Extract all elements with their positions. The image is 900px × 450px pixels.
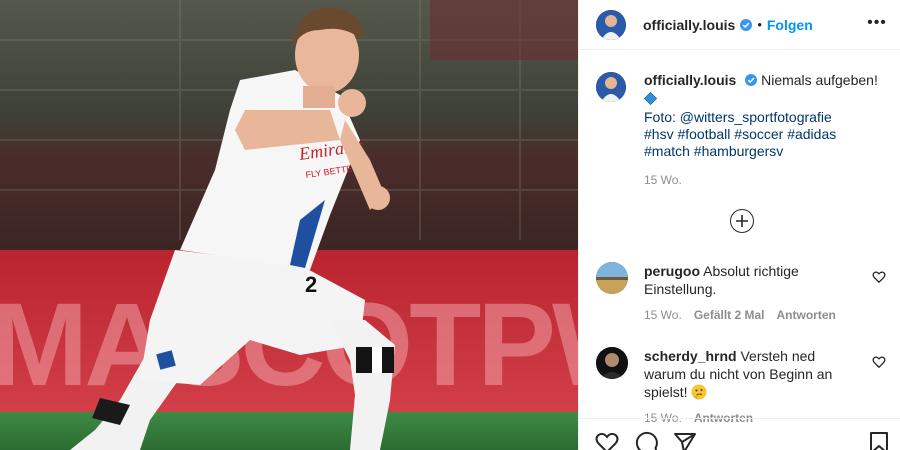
- more-options-icon[interactable]: •••: [865, 11, 889, 35]
- avatar[interactable]: [596, 262, 628, 294]
- comment-item: scherdy_hrnd Versteh ned warum du nicht …: [596, 347, 886, 425]
- bookmark-icon[interactable]: [867, 431, 891, 450]
- commenter-avatar-image: [596, 262, 628, 294]
- paper-plane-icon[interactable]: [673, 431, 697, 450]
- profile-avatar-image: [596, 72, 626, 102]
- shirt-number: 2: [305, 272, 317, 297]
- comment-username[interactable]: perugoo: [644, 263, 700, 279]
- heart-icon[interactable]: [872, 355, 886, 369]
- post-action-bar: [579, 418, 900, 450]
- commenter-avatar-image: [596, 347, 628, 379]
- post-side-panel: officially.louis • Folgen ••• officially…: [578, 0, 900, 450]
- header-separator: •: [757, 17, 762, 32]
- profile-avatar-image: [596, 9, 626, 40]
- avatar[interactable]: [596, 72, 626, 102]
- post-author-username[interactable]: officially.louis: [643, 17, 735, 33]
- thinking-face-emoji: [691, 384, 707, 400]
- post-caption: officially.louis Niemals aufgeben! Foto:…: [596, 72, 886, 189]
- photo-credit-link[interactable]: @witters_sportfotografie: [680, 109, 832, 125]
- blue-diamond-emoji: [644, 92, 657, 105]
- post-header: officially.louis • Folgen •••: [579, 0, 900, 50]
- comment-username[interactable]: scherdy_hrnd: [644, 348, 737, 364]
- comment-timestamp: 15 Wo.: [644, 308, 682, 322]
- post-photo[interactable]: MASCOTPWO 2 Emirates FLY BETTER: [0, 0, 578, 450]
- caption-text: Niemals aufgeben!: [761, 72, 878, 88]
- heart-icon[interactable]: [872, 270, 886, 284]
- comment-likes[interactable]: Gefällt 2 Mal: [694, 308, 765, 322]
- verified-badge-icon: [740, 18, 753, 31]
- hashtags-line-2[interactable]: #match #hamburgersv: [644, 143, 886, 160]
- hashtags-line-1[interactable]: #hsv #football #soccer #adidas: [644, 126, 886, 143]
- comment-bubble-icon[interactable]: [635, 431, 659, 450]
- photo-credit-prefix: Foto:: [644, 109, 676, 125]
- avatar[interactable]: [596, 347, 628, 379]
- load-more-comments-button[interactable]: [730, 209, 754, 233]
- caption-timestamp: 15 Wo.: [644, 173, 682, 187]
- football-player-photo: MASCOTPWO 2 Emirates FLY BETTER: [0, 0, 578, 450]
- avatar[interactable]: [596, 9, 626, 40]
- follow-button[interactable]: Folgen: [767, 17, 813, 33]
- heart-icon[interactable]: [595, 431, 619, 450]
- plus-circle-icon: [736, 215, 748, 227]
- reply-button[interactable]: Antworten: [777, 308, 836, 322]
- caption-username[interactable]: officially.louis: [644, 72, 736, 88]
- comment-item: perugoo Absolut richtige Einstellung. 15…: [596, 262, 886, 322]
- verified-badge-icon: [745, 74, 758, 86]
